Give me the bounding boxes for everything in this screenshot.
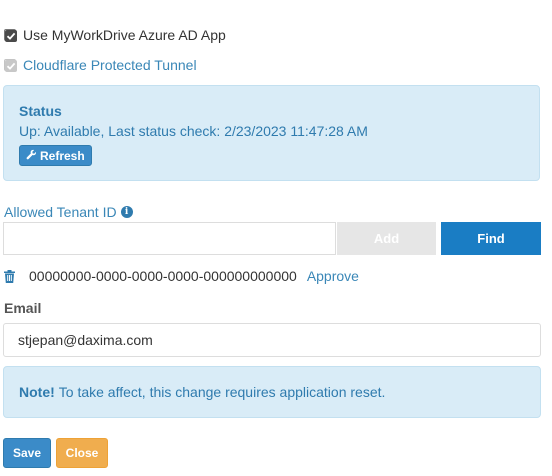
azure-app-option[interactable]: Use MyWorkDrive Azure AD App [4,27,226,43]
cloudflare-option: Cloudflare Protected Tunnel [4,57,197,73]
tenant-label-text: Allowed Tenant ID [4,204,117,220]
status-title: Status [19,103,62,119]
cloudflare-label: Cloudflare Protected Tunnel [23,57,197,73]
status-text: Up: Available, Last status check: 2/23/2… [19,123,368,139]
refresh-button[interactable]: Refresh [19,145,92,166]
note-prefix: Note! [19,384,55,400]
cloudflare-checkbox [4,59,17,72]
add-button[interactable]: Add [337,222,436,255]
azure-app-label: Use MyWorkDrive Azure AD App [23,27,226,43]
info-icon[interactable]: i [120,206,133,218]
note-panel: Note! To take affect, this change requir… [3,366,541,418]
tenant-label: Allowed Tenant ID i [4,204,133,220]
note-text: To take affect, this change requires app… [58,384,386,400]
trash-icon[interactable] [4,269,15,283]
email-field[interactable] [3,323,541,357]
refresh-label: Refresh [40,148,85,163]
find-button[interactable]: Find [441,222,541,255]
tenant-entry: 00000000-0000-0000-0000-000000000000 App… [4,268,359,284]
wrench-icon [26,149,37,163]
approve-link[interactable]: Approve [307,268,359,284]
azure-app-checkbox[interactable] [4,29,17,42]
email-label: Email [4,300,42,316]
tenant-id-input[interactable] [3,222,336,255]
save-button[interactable]: Save [3,438,51,468]
tenant-id-value: 00000000-0000-0000-0000-000000000000 [29,268,297,284]
status-panel: Status Up: Available, Last status check:… [3,85,540,181]
close-button[interactable]: Close [56,438,108,468]
